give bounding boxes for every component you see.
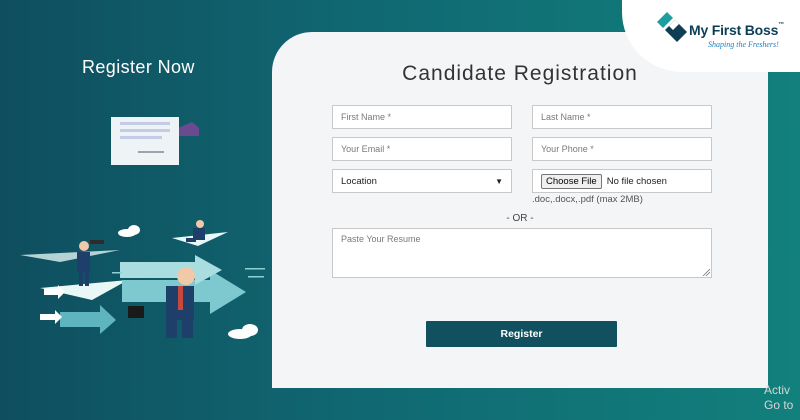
chevron-down-icon: ▼ bbox=[495, 176, 503, 186]
businessman-figure-icon bbox=[77, 240, 104, 286]
last-name-placeholder: Last Name * bbox=[541, 112, 591, 122]
registration-page: Register Now My First Boss™ Shaping the … bbox=[0, 0, 800, 420]
file-status-text: No file chosen bbox=[606, 175, 667, 187]
email-input[interactable]: Your Email * bbox=[332, 137, 512, 161]
brand-name-text: My First Boss bbox=[689, 22, 779, 38]
resume-file-input[interactable]: Choose File No file chosen bbox=[532, 169, 712, 193]
email-placeholder: Your Email * bbox=[341, 144, 391, 154]
brand-tagline: Shaping the Freshers! bbox=[708, 40, 779, 49]
paste-resume-textarea[interactable]: Paste Your Resume bbox=[332, 228, 712, 278]
location-selected-value: Location bbox=[341, 175, 377, 187]
resume-document-icon bbox=[111, 117, 199, 165]
resize-grip-icon[interactable] bbox=[702, 268, 710, 276]
file-format-hint: .doc,.docx,.pdf (max 2MB) bbox=[532, 194, 643, 205]
phone-placeholder: Your Phone * bbox=[541, 144, 594, 154]
activate-line-1: Activ bbox=[764, 383, 791, 397]
paste-resume-placeholder: Paste Your Resume bbox=[341, 234, 421, 244]
first-name-placeholder: First Name * bbox=[341, 112, 392, 122]
or-separator: - OR - bbox=[506, 213, 534, 224]
phone-input[interactable]: Your Phone * bbox=[532, 137, 712, 161]
businessman-top-icon bbox=[186, 220, 205, 242]
my-first-boss-logo-icon[interactable] bbox=[655, 8, 689, 42]
location-select[interactable]: Location ▼ bbox=[332, 169, 512, 193]
business-illustration bbox=[20, 117, 265, 339]
register-button[interactable]: Register bbox=[426, 321, 617, 347]
first-name-input[interactable]: First Name * bbox=[332, 105, 512, 129]
brand-name[interactable]: My First Boss™ bbox=[689, 22, 784, 38]
last-name-input[interactable]: Last Name * bbox=[532, 105, 712, 129]
choose-file-button[interactable]: Choose File bbox=[541, 173, 602, 189]
activate-line-2: Go to bbox=[764, 398, 794, 412]
trademark-symbol: ™ bbox=[778, 22, 785, 28]
form-title: Candidate Registration bbox=[402, 62, 638, 85]
activate-windows-watermark: Activ Go to bbox=[764, 383, 793, 413]
